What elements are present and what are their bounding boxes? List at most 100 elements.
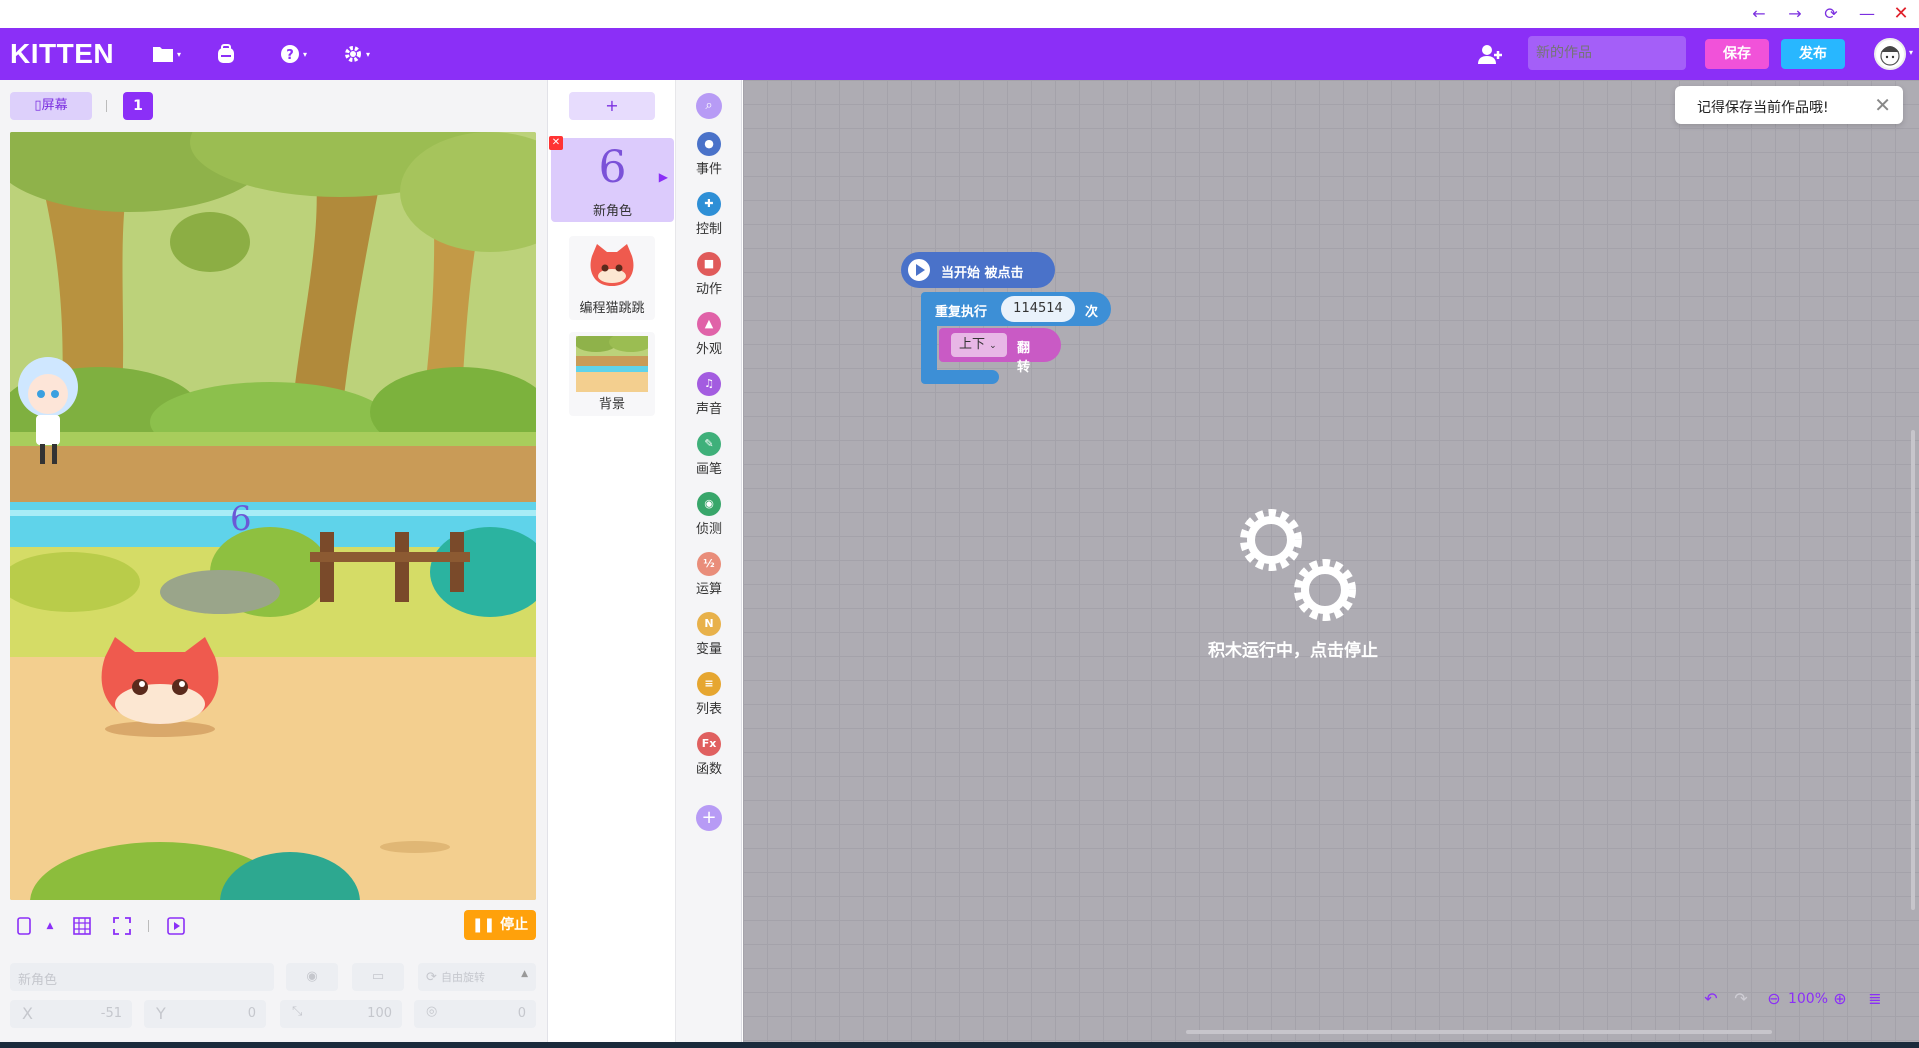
category-item[interactable]: ≡ 列表 bbox=[676, 672, 742, 720]
chevron-down-icon: ▾ bbox=[177, 49, 182, 59]
sprite-list-panel: + 6 ▶ 新角色 ✕ 编程猫跳跳 背景 bbox=[549, 80, 676, 1042]
horizontal-scrollbar[interactable] bbox=[1186, 1030, 1772, 1034]
close-icon[interactable]: ✕ bbox=[1886, 2, 1916, 26]
save-reminder-toast: 记得保存当前作品哦! ✕ bbox=[1675, 86, 1903, 124]
category-item[interactable]: N 变量 bbox=[676, 612, 742, 660]
divider bbox=[148, 920, 149, 932]
repeat-count-input[interactable]: 114514 bbox=[1001, 296, 1075, 322]
add-sprite-button[interactable]: + bbox=[569, 92, 655, 120]
category-item[interactable]: ● 事件 bbox=[676, 132, 742, 180]
user-avatar[interactable] bbox=[1874, 38, 1906, 70]
help-menu-button[interactable]: ? ▾ bbox=[280, 42, 307, 66]
flip-direction-select[interactable]: 上下 ⌄ bbox=[951, 333, 1007, 357]
category-item[interactable]: ◉ 侦测 bbox=[676, 492, 742, 540]
refresh-icon[interactable]: ⟳ bbox=[1816, 2, 1846, 26]
screen-label: 屏幕 bbox=[41, 98, 68, 113]
sprite-props-row-2: X -51 Y 0 ⤡ 100 ◎ 0 bbox=[10, 1000, 536, 1030]
sprite-item[interactable]: 编程猫跳跳 bbox=[569, 236, 655, 320]
stop-button[interactable]: ❚❚ 停止 bbox=[464, 910, 536, 940]
save-button[interactable]: 保存 bbox=[1705, 39, 1769, 69]
category-label: 画笔 bbox=[695, 462, 722, 477]
stage-size-button[interactable] bbox=[12, 914, 36, 938]
divider bbox=[106, 100, 107, 112]
add-extension-button[interactable]: + bbox=[696, 805, 722, 831]
file-menu-button[interactable]: ▾ bbox=[152, 42, 181, 66]
category-item[interactable]: Fx 函数 bbox=[676, 732, 742, 780]
category-item[interactable]: ■ 动作 bbox=[676, 252, 742, 300]
fullscreen-icon bbox=[113, 917, 131, 935]
toast-message: 记得保存当前作品哦! bbox=[1697, 100, 1829, 116]
zoom-in-icon[interactable]: ⊕ bbox=[1830, 987, 1850, 1011]
eye-icon: ◉ bbox=[306, 969, 318, 984]
stage-canvas[interactable]: 6 bbox=[10, 132, 536, 900]
caret-up-icon: ▲ bbox=[521, 969, 528, 979]
category-icon: ✎ bbox=[697, 432, 721, 456]
category-label: 变量 bbox=[695, 642, 722, 657]
direction-value: 0 bbox=[517, 1006, 526, 1021]
rotation-mode-select[interactable]: ⟳ 自由旋转 ▲ bbox=[418, 963, 536, 991]
stage-panel: ▯屏幕 1 6 ▲ ❚❚ 停止 新角色 ◉ ▭ ⟳ 自由旋转 ▲ X -51 Y… bbox=[0, 80, 548, 1042]
project-title-input[interactable] bbox=[1528, 36, 1686, 70]
fullscreen-button[interactable] bbox=[110, 914, 134, 938]
size-field[interactable]: ⤡ 100 bbox=[280, 1000, 402, 1028]
grid-toggle-button[interactable] bbox=[70, 914, 94, 938]
direction-field[interactable]: ◎ 0 bbox=[414, 1000, 536, 1028]
record-button[interactable] bbox=[164, 914, 188, 938]
settings-menu-button[interactable]: ▾ bbox=[343, 42, 370, 66]
sprite-name-input[interactable]: 新角色 bbox=[10, 963, 274, 991]
redo-icon[interactable]: ↷ bbox=[1728, 987, 1754, 1011]
back-icon[interactable]: ← bbox=[1744, 2, 1774, 26]
category-item[interactable]: ♫ 声音 bbox=[676, 372, 742, 420]
vertical-scrollbar[interactable] bbox=[1911, 430, 1915, 910]
caret-up-icon[interactable]: ▲ bbox=[38, 914, 62, 938]
category-label: 动作 bbox=[695, 282, 722, 297]
pause-icon: ❚❚ bbox=[471, 917, 501, 933]
direction-icon: ◎ bbox=[426, 1004, 438, 1019]
lock-toggle[interactable]: ▭ bbox=[352, 963, 404, 991]
chevron-right-icon[interactable]: ▶ bbox=[659, 170, 668, 184]
category-item[interactable]: ½ 运算 bbox=[676, 552, 742, 600]
sprite-name: 编程猫跳跳 bbox=[579, 301, 645, 316]
repeat-suffix: 次 bbox=[1085, 305, 1099, 320]
publish-button[interactable]: 发布 bbox=[1781, 39, 1845, 69]
y-value: 0 bbox=[247, 1006, 256, 1021]
gears-icon[interactable] bbox=[1233, 502, 1363, 622]
align-blocks-icon[interactable]: ≣ bbox=[1862, 987, 1888, 1011]
category-label: 运算 bbox=[695, 582, 722, 597]
code-workspace[interactable]: 记得保存当前作品哦! ✕ 当开始 被点击 重复执行 114514 次 上下 ⌄ … bbox=[743, 80, 1919, 1042]
y-position-field[interactable]: Y 0 bbox=[144, 1000, 266, 1028]
category-item[interactable]: ▲ 外观 bbox=[676, 312, 742, 360]
sprite-card-selected[interactable]: 6 ▶ 新角色 bbox=[551, 138, 674, 222]
category-icon: ■ bbox=[697, 252, 721, 276]
forward-icon[interactable]: → bbox=[1780, 2, 1810, 26]
delete-sprite-button[interactable]: ✕ bbox=[549, 136, 563, 150]
screen-number-tab[interactable]: 1 bbox=[123, 92, 153, 120]
sprite-item-background[interactable]: 背景 bbox=[569, 332, 655, 416]
stop-label: 停止 bbox=[500, 917, 529, 933]
collaborate-button[interactable] bbox=[1478, 42, 1504, 66]
search-icon[interactable]: ⌕ bbox=[696, 93, 722, 119]
zoom-out-icon[interactable]: ⊖ bbox=[1764, 987, 1784, 1011]
category-label: 事件 bbox=[695, 162, 722, 177]
category-label: 外观 bbox=[695, 342, 722, 357]
chevron-down-icon: ▾ bbox=[303, 49, 308, 59]
visibility-toggle[interactable]: ◉ bbox=[286, 963, 338, 991]
rotation-label: 自由旋转 bbox=[441, 971, 486, 984]
category-item[interactable]: ✚ 控制 bbox=[676, 192, 742, 240]
minimize-icon[interactable]: — bbox=[1852, 2, 1882, 26]
app-logo[interactable]: KITTEN bbox=[10, 38, 114, 70]
category-item[interactable]: ✎ 画笔 bbox=[676, 432, 742, 480]
screen-button[interactable]: ▯屏幕 bbox=[10, 92, 92, 120]
category-icon: ● bbox=[697, 132, 721, 156]
chevron-down-icon[interactable]: ▾ bbox=[1909, 48, 1913, 57]
category-icon: ✚ bbox=[697, 192, 721, 216]
undo-icon[interactable]: ↶ bbox=[1698, 987, 1724, 1011]
x-position-field[interactable]: X -51 bbox=[10, 1000, 132, 1028]
stage-toolbar: ▲ ❚❚ 停止 bbox=[10, 910, 536, 940]
running-message[interactable]: 积木运行中，点击停止 bbox=[1208, 636, 1378, 661]
help-icon: ? bbox=[281, 45, 299, 63]
backpack-button[interactable] bbox=[215, 42, 237, 66]
stage-background-scene: 6 bbox=[10, 132, 536, 900]
close-icon[interactable]: ✕ bbox=[1874, 93, 1891, 117]
sprite-props-row-1: 新角色 ◉ ▭ ⟳ 自由旋转 ▲ bbox=[10, 963, 536, 993]
